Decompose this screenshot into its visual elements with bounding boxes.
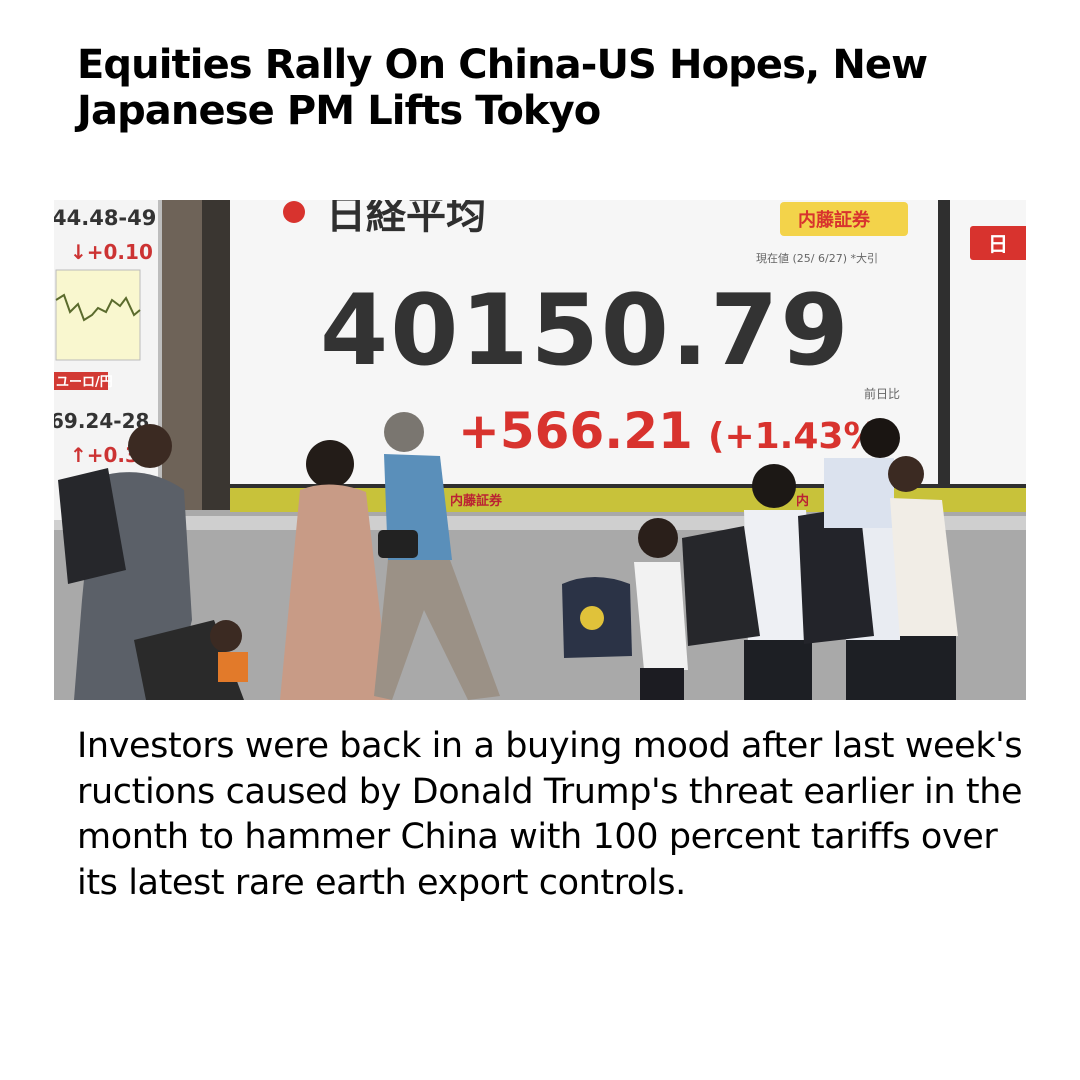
board-timestamp: 現在値 (25/ 6/27) *大引 — [756, 251, 878, 265]
headline: Equities Rally On China-US Hopes, New Ja… — [77, 42, 928, 134]
news-photo: 44.48-49 ↓+0.10 ユーロ/円 69.24-28 ↑+0.3 日経平… — [54, 200, 1026, 700]
board-footer-badge: 内藤証券 — [450, 493, 503, 509]
right-board-tag: 日 — [988, 232, 1008, 256]
left-board-delta-1: ↓+0.10 — [70, 240, 153, 264]
index-change: +566.21 — [458, 402, 693, 460]
index-name: 日経平均 — [326, 200, 486, 238]
article-summary: Investors were back in a buying mood aft… — [77, 726, 1023, 903]
left-board-range-2: 69.24-28 — [54, 409, 149, 433]
japan-flag-icon — [283, 201, 305, 223]
index-value: 40150.79 — [320, 274, 851, 388]
board-footer-badge-right: 内 — [796, 493, 809, 509]
left-board-fx-label: ユーロ/円 — [56, 375, 113, 390]
index-change-pct: (+1.43% — [708, 416, 880, 457]
prev-day-label: 前日比 — [864, 386, 900, 401]
broker-badge: 内藤証券 — [798, 209, 871, 231]
left-board-range-1: 44.48-49 — [54, 206, 156, 230]
